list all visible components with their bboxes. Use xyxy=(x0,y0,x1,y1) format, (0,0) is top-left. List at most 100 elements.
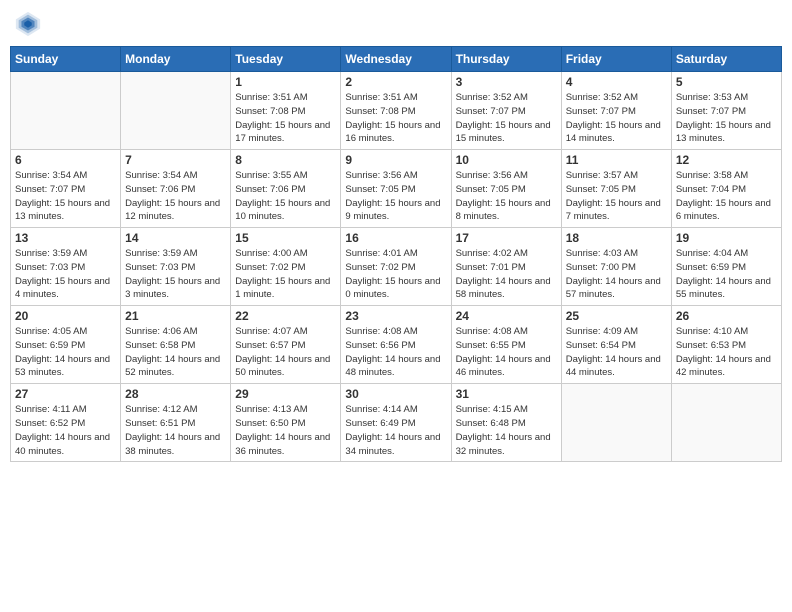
day-number: 4 xyxy=(566,75,667,89)
calendar-cell: 5 Sunrise: 3:53 AMSunset: 7:07 PMDaylight… xyxy=(671,72,781,150)
day-info: Sunrise: 4:15 AMSunset: 6:48 PMDaylight:… xyxy=(456,403,557,458)
day-number: 2 xyxy=(345,75,446,89)
day-info: Sunrise: 4:05 AMSunset: 6:59 PMDaylight:… xyxy=(15,325,116,380)
day-number: 20 xyxy=(15,309,116,323)
calendar-cell: 6 Sunrise: 3:54 AMSunset: 7:07 PMDaylight… xyxy=(11,150,121,228)
day-info: Sunrise: 4:02 AMSunset: 7:01 PMDaylight:… xyxy=(456,247,557,302)
day-info: Sunrise: 3:57 AMSunset: 7:05 PMDaylight:… xyxy=(566,169,667,224)
calendar-week-row: 20 Sunrise: 4:05 AMSunset: 6:59 PMDayligh… xyxy=(11,306,782,384)
day-info: Sunrise: 4:03 AMSunset: 7:00 PMDaylight:… xyxy=(566,247,667,302)
calendar-cell: 22 Sunrise: 4:07 AMSunset: 6:57 PMDayligh… xyxy=(231,306,341,384)
day-number: 28 xyxy=(125,387,226,401)
day-number: 19 xyxy=(676,231,777,245)
day-info: Sunrise: 3:54 AMSunset: 7:07 PMDaylight:… xyxy=(15,169,116,224)
calendar-cell: 28 Sunrise: 4:12 AMSunset: 6:51 PMDayligh… xyxy=(121,384,231,462)
day-number: 14 xyxy=(125,231,226,245)
logo xyxy=(14,10,44,38)
day-number: 26 xyxy=(676,309,777,323)
day-info: Sunrise: 3:56 AMSunset: 7:05 PMDaylight:… xyxy=(345,169,446,224)
day-number: 7 xyxy=(125,153,226,167)
calendar-cell: 27 Sunrise: 4:11 AMSunset: 6:52 PMDayligh… xyxy=(11,384,121,462)
day-info: Sunrise: 3:54 AMSunset: 7:06 PMDaylight:… xyxy=(125,169,226,224)
day-number: 29 xyxy=(235,387,336,401)
calendar-cell: 7 Sunrise: 3:54 AMSunset: 7:06 PMDaylight… xyxy=(121,150,231,228)
calendar-cell: 24Sunrise: 4:08 AMSunset: 6:55 PMDayligh… xyxy=(451,306,561,384)
calendar-cell xyxy=(121,72,231,150)
calendar-cell: 10 Sunrise: 3:56 AMSunset: 7:05 PMDayligh… xyxy=(451,150,561,228)
calendar-cell: 12 Sunrise: 3:58 AMSunset: 7:04 PMDayligh… xyxy=(671,150,781,228)
day-info: Sunrise: 3:52 AMSunset: 7:07 PMDaylight:… xyxy=(456,91,557,146)
day-info: Sunrise: 4:11 AMSunset: 6:52 PMDaylight:… xyxy=(15,403,116,458)
day-info: Sunrise: 3:51 AMSunset: 7:08 PMDaylight:… xyxy=(345,91,446,146)
day-info: Sunrise: 4:10 AMSunset: 6:53 PMDaylight:… xyxy=(676,325,777,380)
calendar-cell xyxy=(11,72,121,150)
day-info: Sunrise: 4:00 AMSunset: 7:02 PMDaylight:… xyxy=(235,247,336,302)
day-number: 25 xyxy=(566,309,667,323)
calendar-week-row: 27 Sunrise: 4:11 AMSunset: 6:52 PMDayligh… xyxy=(11,384,782,462)
calendar-cell: 2 Sunrise: 3:51 AMSunset: 7:08 PMDaylight… xyxy=(341,72,451,150)
day-number: 13 xyxy=(15,231,116,245)
day-number: 23 xyxy=(345,309,446,323)
calendar-cell: 14 Sunrise: 3:59 AMSunset: 7:03 PMDayligh… xyxy=(121,228,231,306)
logo-icon xyxy=(14,10,42,38)
calendar-cell: 3Sunrise: 3:52 AMSunset: 7:07 PMDaylight… xyxy=(451,72,561,150)
day-info: Sunrise: 4:07 AMSunset: 6:57 PMDaylight:… xyxy=(235,325,336,380)
day-info: Sunrise: 4:06 AMSunset: 6:58 PMDaylight:… xyxy=(125,325,226,380)
day-info: Sunrise: 3:51 AMSunset: 7:08 PMDaylight:… xyxy=(235,91,336,146)
calendar-cell: 16Sunrise: 4:01 AMSunset: 7:02 PMDayligh… xyxy=(341,228,451,306)
day-info: Sunrise: 4:08 AMSunset: 6:55 PMDaylight:… xyxy=(456,325,557,380)
calendar-cell: 13 Sunrise: 3:59 AMSunset: 7:03 PMDayligh… xyxy=(11,228,121,306)
day-info: Sunrise: 4:01 AMSunset: 7:02 PMDaylight:… xyxy=(345,247,446,302)
weekday-header-sunday: Sunday xyxy=(11,47,121,72)
weekday-header-thursday: Thursday xyxy=(451,47,561,72)
day-number: 27 xyxy=(15,387,116,401)
weekday-header-row: SundayMondayTuesdayWednesdayThursdayFrid… xyxy=(11,47,782,72)
day-info: Sunrise: 3:56 AMSunset: 7:05 PMDaylight:… xyxy=(456,169,557,224)
day-number: 30 xyxy=(345,387,446,401)
calendar-cell xyxy=(671,384,781,462)
calendar-cell: 31 Sunrise: 4:15 AMSunset: 6:48 PMDayligh… xyxy=(451,384,561,462)
day-info: Sunrise: 4:09 AMSunset: 6:54 PMDaylight:… xyxy=(566,325,667,380)
day-info: Sunrise: 3:55 AMSunset: 7:06 PMDaylight:… xyxy=(235,169,336,224)
calendar-cell: 26 Sunrise: 4:10 AMSunset: 6:53 PMDayligh… xyxy=(671,306,781,384)
day-number: 6 xyxy=(15,153,116,167)
calendar-cell: 17 Sunrise: 4:02 AMSunset: 7:01 PMDayligh… xyxy=(451,228,561,306)
weekday-header-saturday: Saturday xyxy=(671,47,781,72)
calendar-cell: 18 Sunrise: 4:03 AMSunset: 7:00 PMDayligh… xyxy=(561,228,671,306)
day-number: 22 xyxy=(235,309,336,323)
calendar-cell: 11Sunrise: 3:57 AMSunset: 7:05 PMDayligh… xyxy=(561,150,671,228)
calendar-week-row: 6 Sunrise: 3:54 AMSunset: 7:07 PMDaylight… xyxy=(11,150,782,228)
day-number: 9 xyxy=(345,153,446,167)
calendar-table: SundayMondayTuesdayWednesdayThursdayFrid… xyxy=(10,46,782,462)
weekday-header-monday: Monday xyxy=(121,47,231,72)
calendar-cell: 23Sunrise: 4:08 AMSunset: 6:56 PMDayligh… xyxy=(341,306,451,384)
day-number: 31 xyxy=(456,387,557,401)
weekday-header-friday: Friday xyxy=(561,47,671,72)
calendar-cell: 1Sunrise: 3:51 AMSunset: 7:08 PMDaylight… xyxy=(231,72,341,150)
calendar-week-row: 13 Sunrise: 3:59 AMSunset: 7:03 PMDayligh… xyxy=(11,228,782,306)
day-info: Sunrise: 3:58 AMSunset: 7:04 PMDaylight:… xyxy=(676,169,777,224)
calendar-cell: 8 Sunrise: 3:55 AMSunset: 7:06 PMDaylight… xyxy=(231,150,341,228)
day-number: 10 xyxy=(456,153,557,167)
page-header xyxy=(10,10,782,38)
day-number: 17 xyxy=(456,231,557,245)
day-info: Sunrise: 4:12 AMSunset: 6:51 PMDaylight:… xyxy=(125,403,226,458)
day-info: Sunrise: 3:53 AMSunset: 7:07 PMDaylight:… xyxy=(676,91,777,146)
calendar-cell: 25 Sunrise: 4:09 AMSunset: 6:54 PMDayligh… xyxy=(561,306,671,384)
weekday-header-tuesday: Tuesday xyxy=(231,47,341,72)
day-number: 21 xyxy=(125,309,226,323)
calendar-cell: 21 Sunrise: 4:06 AMSunset: 6:58 PMDayligh… xyxy=(121,306,231,384)
calendar-cell: 4 Sunrise: 3:52 AMSunset: 7:07 PMDaylight… xyxy=(561,72,671,150)
day-info: Sunrise: 3:52 AMSunset: 7:07 PMDaylight:… xyxy=(566,91,667,146)
day-number: 5 xyxy=(676,75,777,89)
day-number: 18 xyxy=(566,231,667,245)
calendar-week-row: 1Sunrise: 3:51 AMSunset: 7:08 PMDaylight… xyxy=(11,72,782,150)
day-number: 12 xyxy=(676,153,777,167)
day-number: 8 xyxy=(235,153,336,167)
day-number: 15 xyxy=(235,231,336,245)
calendar-cell: 30 Sunrise: 4:14 AMSunset: 6:49 PMDayligh… xyxy=(341,384,451,462)
day-info: Sunrise: 3:59 AMSunset: 7:03 PMDaylight:… xyxy=(15,247,116,302)
calendar-cell xyxy=(561,384,671,462)
day-info: Sunrise: 3:59 AMSunset: 7:03 PMDaylight:… xyxy=(125,247,226,302)
day-info: Sunrise: 4:14 AMSunset: 6:49 PMDaylight:… xyxy=(345,403,446,458)
